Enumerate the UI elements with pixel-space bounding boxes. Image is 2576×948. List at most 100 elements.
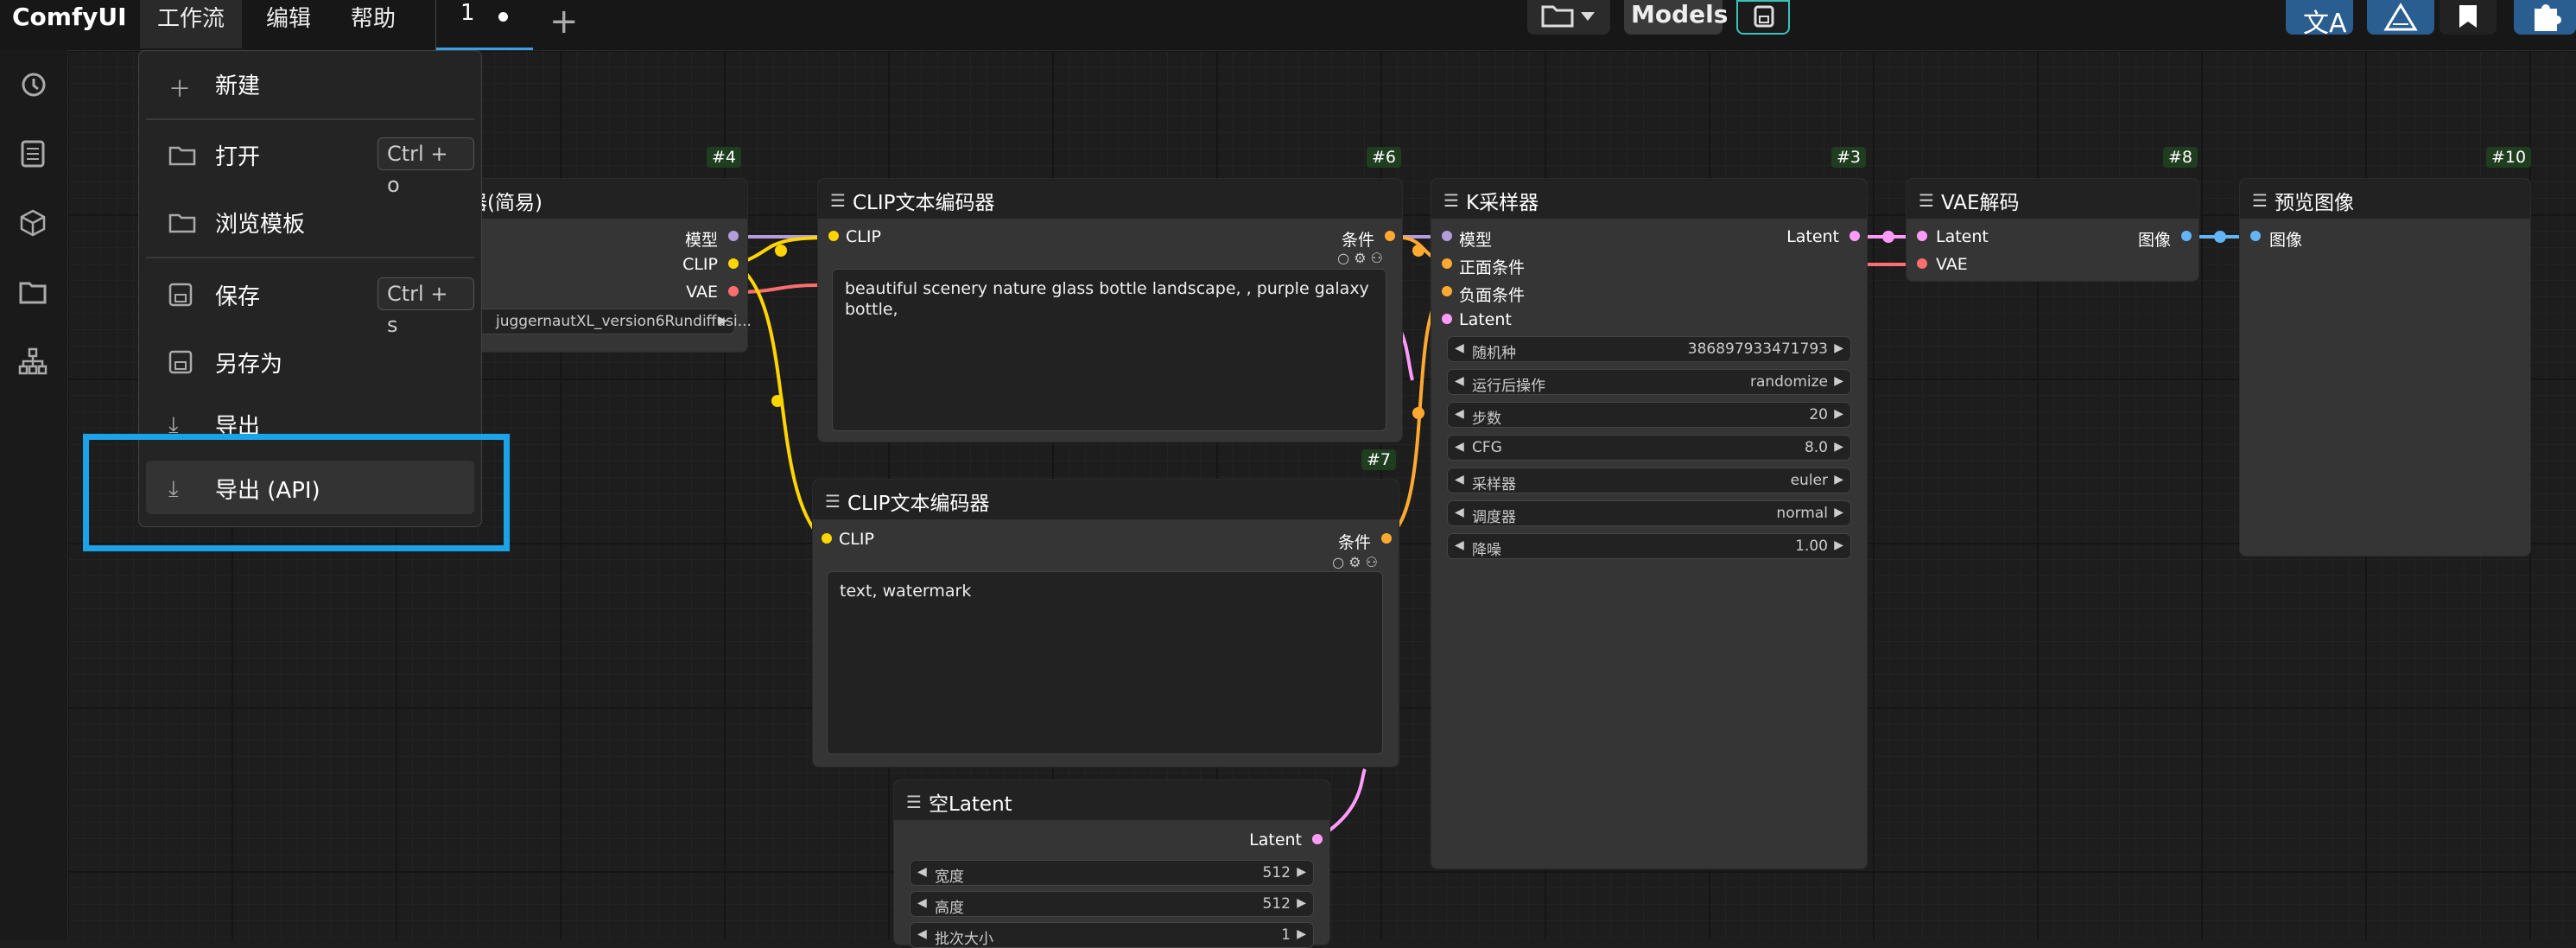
node-header[interactable]: ☰ CLIP文本编码器 — [818, 179, 1402, 219]
input-slot-dot[interactable] — [1442, 231, 1452, 241]
batch-size-widget[interactable]: ◀ 批次大小 1 ▶ — [910, 922, 1314, 948]
node-checkpoint-loader[interactable]: 器(简易) 模型 CLIP VAE juggernautXL_version6R… — [449, 178, 752, 353]
hamburger-icon[interactable]: ☰ — [2252, 190, 2268, 211]
folder-open-icon[interactable] — [17, 277, 48, 308]
arrow-right-icon[interactable]: ▶ — [1297, 896, 1306, 910]
node-ksampler[interactable]: ☰ K采样器 模型 正面条件 负面条件 Latent Latent ◀ 随机种 … — [1431, 178, 1868, 869]
seed-widget[interactable]: ◀ 随机种 386897933471793 ▶ — [1447, 336, 1851, 362]
download-icon: ⤓ — [168, 412, 179, 435]
menu-item-save[interactable]: 保存 Ctrl + s — [146, 267, 474, 337]
arrow-left-icon[interactable]: ◀ — [1455, 407, 1464, 421]
node-clip-text-encode-negative[interactable]: ☰ CLIP文本编码器 CLIP 条件 ○ ⚙ ⚇ text, watermar… — [812, 479, 1399, 767]
output-slot-dot[interactable] — [1312, 834, 1323, 844]
input-slot-dot[interactable] — [828, 231, 839, 241]
arrow-right-icon[interactable]: ▶ — [1834, 440, 1843, 454]
arrow-right-icon[interactable]: ▶ — [1834, 538, 1843, 552]
node-preview-image[interactable]: ☰ 预览图像 图像 — [2239, 178, 2531, 557]
save-queue-button[interactable] — [1736, 0, 1790, 35]
node-clip-text-encode-positive[interactable]: ☰ CLIP文本编码器 CLIP 条件 ○ ⚙ ⚇ beautiful scen… — [817, 178, 1403, 442]
arrow-right-icon[interactable]: ▶ — [1834, 506, 1843, 519]
arrow-right-icon[interactable]: ▶ — [1297, 927, 1306, 941]
height-widget[interactable]: ◀ 高度 512 ▶ — [910, 891, 1314, 917]
queue-list-icon[interactable] — [17, 138, 48, 169]
width-widget[interactable]: ◀ 宽度 512 ▶ — [910, 860, 1314, 886]
bookmark-button[interactable] — [2440, 0, 2497, 35]
arrow-right-icon[interactable]: ▶ — [1834, 407, 1843, 421]
arrow-left-icon[interactable]: ◀ — [1455, 473, 1464, 487]
arrow-left-icon[interactable]: ◀ — [917, 927, 927, 941]
workflow-tab[interactable]: 1 — [435, 0, 533, 50]
arrow-left-icon[interactable]: ◀ — [1455, 538, 1464, 552]
node-header[interactable]: ☰ K采样器 — [1431, 179, 1867, 219]
tab-label: 1 — [460, 0, 475, 26]
models-button[interactable]: Models — [1624, 0, 1728, 35]
logo-extension-button[interactable] — [2367, 0, 2434, 35]
history-icon[interactable] — [17, 69, 48, 100]
cfg-widget[interactable]: ◀ CFG 8.0 ▶ — [1447, 435, 1851, 461]
input-slot-dot[interactable] — [1442, 314, 1452, 324]
node-empty-latent[interactable]: ☰ 空Latent Latent ◀ 宽度 512 ▶ ◀ 高度 512 ▶ ◀… — [893, 779, 1330, 948]
menu-help[interactable]: 帮助 — [333, 0, 413, 48]
menu-item-save-as[interactable]: 另存为 — [146, 334, 474, 388]
ckpt-name-widget[interactable]: juggernautXL_version6Rundiffusi... ▶ — [467, 309, 752, 334]
input-slot-dot[interactable] — [1442, 286, 1452, 296]
sampler-widget[interactable]: ◀ 采样器 euler ▶ — [1447, 468, 1851, 493]
arrow-right-icon[interactable]: ▶ — [1297, 865, 1306, 879]
node-header[interactable]: ☰ 空Latent — [894, 780, 1329, 820]
output-slot-dot[interactable] — [728, 286, 739, 296]
control-after-generate-widget[interactable]: ◀ 运行后操作 randomize ▶ — [1447, 369, 1851, 395]
output-slot-dot[interactable] — [728, 258, 739, 269]
arrow-right-icon[interactable]: ▶ — [1834, 374, 1843, 388]
input-slot-dot[interactable] — [1917, 231, 1927, 241]
save-as-icon — [168, 350, 193, 374]
input-slot-dot[interactable] — [1442, 258, 1452, 269]
menu-item-new[interactable]: ＋ 新建 — [146, 56, 474, 110]
denoise-widget[interactable]: ◀ 降噪 1.00 ▶ — [1447, 533, 1851, 559]
input-positive: 正面条件 — [1459, 258, 1526, 277]
node-header[interactable]: ☰ VAE解码 — [1907, 179, 2198, 219]
scheduler-widget[interactable]: ◀ 调度器 normal ▶ — [1447, 500, 1851, 526]
arrow-left-icon[interactable]: ◀ — [1455, 440, 1464, 454]
arrow-left-icon[interactable]: ◀ — [1455, 374, 1464, 388]
input-slot-dot[interactable] — [1917, 258, 1927, 269]
input-clip: CLIP — [846, 227, 881, 246]
output-slot-dot[interactable] — [1850, 231, 1860, 241]
output-slot-dot[interactable] — [728, 231, 739, 241]
steps-widget[interactable]: ◀ 步数 20 ▶ — [1447, 402, 1851, 428]
menu-item-browse-templates[interactable]: 浏览模板 — [146, 194, 474, 248]
new-tab-plus-icon[interactable]: + — [549, 2, 579, 41]
menu-edit[interactable]: 编辑 — [249, 0, 328, 48]
input-slot-dot[interactable] — [2250, 231, 2261, 241]
hamburger-icon[interactable]: ☰ — [1443, 190, 1459, 211]
output-slot-dot[interactable] — [1381, 533, 1392, 544]
hamburger-icon[interactable]: ☰ — [825, 491, 841, 512]
node-id-badge: #10 — [2486, 147, 2532, 168]
arrow-left-icon[interactable]: ◀ — [1455, 506, 1464, 519]
hamburger-icon[interactable]: ☰ — [830, 190, 846, 211]
translate-button[interactable]: 文A — [2286, 0, 2353, 39]
arrow-right-icon[interactable]: ▶ — [1834, 473, 1843, 487]
extensions-button[interactable] — [2514, 0, 2576, 35]
menu-item-open[interactable]: 打开 Ctrl + o — [146, 127, 474, 197]
hamburger-icon[interactable]: ☰ — [906, 792, 922, 812]
output-slot-dot[interactable] — [1385, 231, 1395, 241]
node-library-cube-icon[interactable] — [17, 207, 48, 239]
sitemap-icon[interactable] — [17, 346, 48, 377]
menu-workflow[interactable]: 工作流 — [140, 0, 243, 48]
output-slot-dot[interactable] — [2181, 231, 2192, 241]
menu-item-export[interactable]: ⤓ 导出 — [146, 397, 474, 435]
hamburger-icon[interactable]: ☰ — [1919, 190, 1934, 211]
arrow-left-icon[interactable]: ◀ — [917, 865, 927, 879]
arrow-right-icon[interactable]: ▶ — [718, 314, 727, 328]
input-slot-dot[interactable] — [822, 533, 832, 544]
prompt-textarea[interactable]: text, watermark — [827, 571, 1383, 754]
node-header[interactable]: ☰ 预览图像 — [2240, 179, 2530, 219]
arrow-left-icon[interactable]: ◀ — [1455, 341, 1464, 355]
node-header[interactable]: 器(简易) — [450, 179, 747, 219]
prompt-textarea[interactable]: beautiful scenery nature glass bottle la… — [832, 269, 1386, 431]
node-header[interactable]: ☰ CLIP文本编码器 — [813, 480, 1399, 519]
node-vae-decode[interactable]: ☰ VAE解码 Latent VAE 图像 — [1906, 178, 2199, 282]
workflow-folder-button[interactable] — [1527, 0, 1610, 35]
arrow-right-icon[interactable]: ▶ — [1834, 341, 1843, 355]
arrow-left-icon[interactable]: ◀ — [917, 896, 927, 910]
